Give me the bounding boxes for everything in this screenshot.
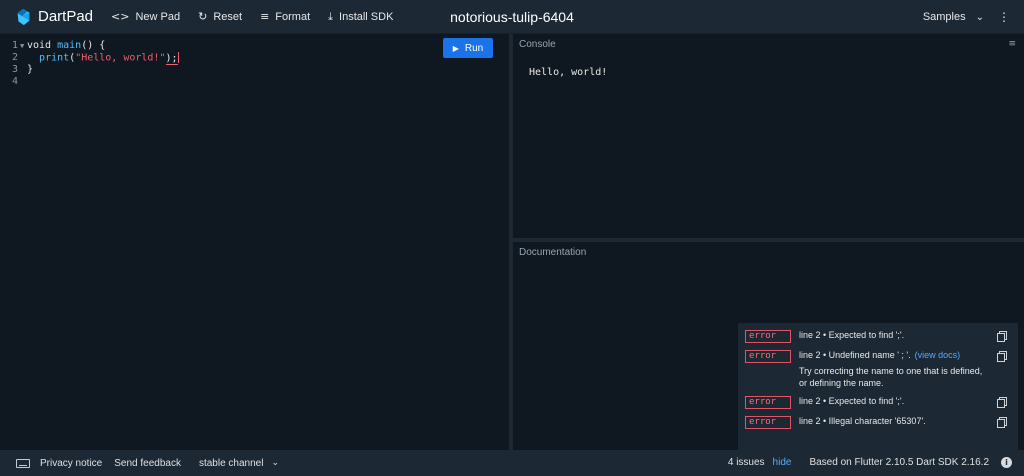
keyword: void	[27, 40, 52, 51]
privacy-notice-link[interactable]: Privacy notice	[40, 458, 102, 469]
console-output: Hello, world!	[529, 67, 608, 78]
new-pad-label: New Pad	[135, 10, 181, 23]
samples-label: Samples	[922, 11, 966, 23]
issue-message: line 2 • Undefined name ' ; '.	[799, 350, 911, 360]
send-feedback-link[interactable]: Send feedback	[114, 458, 181, 469]
line-number: 2	[11, 52, 18, 63]
reset-label: Reset	[213, 10, 243, 23]
code-line-4: 4	[0, 76, 179, 88]
clear-console-icon[interactable]: ≡	[1008, 39, 1016, 49]
issue-item[interactable]: error line 2 • Expected to find ';'.	[738, 329, 1018, 343]
info-icon[interactable]: i	[1001, 457, 1012, 468]
dart-logo-icon	[17, 8, 30, 25]
channel-label: stable channel	[198, 457, 264, 469]
console-panel: Console ≡ Hello, world!	[513, 34, 1024, 238]
play-icon: ▶	[452, 43, 459, 53]
error-badge: error	[745, 416, 791, 429]
copy-icon[interactable]	[997, 331, 1007, 342]
console-label: Console	[519, 39, 556, 50]
error-badge: error	[745, 396, 791, 409]
fold-arrow-icon[interactable]: ▼	[20, 40, 27, 52]
chevron-down-icon: ⌄	[975, 11, 984, 23]
code-editor[interactable]: 1 ▼ void main() { 2 print("Hello, world!…	[0, 34, 509, 450]
issue-item[interactable]: error line 2 • Illegal character '65307'…	[738, 415, 1018, 429]
footer-status: 4 issues hide Based on Flutter 2.10.5 Da…	[728, 457, 1012, 468]
channel-dropdown[interactable]: stable channel ⌄	[199, 458, 279, 469]
format-icon: ≡	[260, 10, 270, 23]
run-label: Run	[464, 42, 484, 54]
text-cursor	[177, 52, 179, 63]
issues-panel: error line 2 • Expected to find ';'. err…	[738, 323, 1018, 450]
keyboard-icon[interactable]	[16, 458, 30, 468]
reset-icon: ↻	[198, 10, 208, 23]
copy-icon[interactable]	[997, 397, 1007, 408]
issue-message: line 2 • Illegal character '65307'.	[799, 416, 926, 426]
issue-fix-text: Try correcting the name to one that is d…	[799, 366, 983, 388]
sdk-info: Based on Flutter 2.10.5 Dart SDK 2.16.2	[809, 457, 989, 468]
error-badge: error	[745, 330, 791, 343]
hide-issues-link[interactable]: hide	[773, 457, 792, 468]
new-pad-button[interactable]: <> New Pad	[111, 10, 180, 23]
issue-count: 4 issues	[727, 457, 765, 468]
documentation-label: Documentation	[519, 247, 587, 258]
chevron-down-icon: ⌄	[271, 458, 280, 468]
issue-message: line 2 • Expected to find ';'.	[799, 396, 905, 406]
issue-item[interactable]: error line 2 • Expected to find ';'.	[738, 395, 1018, 409]
line-number: 3	[11, 64, 18, 75]
copy-icon[interactable]	[997, 351, 1007, 362]
code-text: }	[27, 64, 34, 75]
issue-message: line 2 • Expected to find ';'.	[799, 330, 905, 340]
error-underline: );	[165, 52, 178, 65]
code-icon: <>	[111, 10, 130, 23]
install-sdk-button[interactable]: ⤓ Install SDK	[328, 10, 393, 24]
format-label: Format	[275, 10, 311, 23]
function-name: print	[39, 52, 70, 64]
install-sdk-label: Install SDK	[339, 10, 394, 23]
string-literal: "Hello, world!"	[75, 52, 166, 64]
format-button[interactable]: ≡ Format	[260, 10, 310, 23]
reset-button[interactable]: ↻ Reset	[198, 10, 242, 23]
function-name: main	[57, 40, 82, 51]
view-docs-link[interactable]: (view docs)	[915, 350, 961, 360]
code-line-3: 3 }	[0, 64, 179, 76]
samples-dropdown[interactable]: Samples ⌄ ⋮	[923, 10, 1010, 24]
issue-item[interactable]: error line 2 • Undefined name ' ; '. (vie…	[738, 349, 1018, 389]
code-area[interactable]: 1 ▼ void main() { 2 print("Hello, world!…	[0, 40, 179, 88]
line-number: 1	[11, 40, 18, 51]
copy-icon[interactable]	[997, 417, 1007, 428]
code-line-2: 2 print("Hello, world!");	[0, 52, 179, 65]
pad-name-title[interactable]: notorious-tulip-6404	[450, 9, 574, 25]
download-icon: ⤓	[328, 9, 334, 23]
app-header: DartPad <> New Pad ↻ Reset ≡ Format ⤓ In…	[0, 0, 1024, 34]
code-text: () {	[81, 40, 106, 51]
run-button[interactable]: ▶ Run	[443, 38, 493, 58]
error-badge: error	[745, 350, 791, 363]
app-footer: Privacy notice Send feedback stable chan…	[0, 450, 1024, 476]
code-line-1: 1 ▼ void main() {	[0, 40, 179, 52]
dartpad-logo[interactable]: DartPad	[14, 8, 93, 26]
app-name: DartPad	[38, 8, 94, 25]
line-number: 4	[11, 76, 18, 87]
more-vert-icon[interactable]: ⋮	[998, 10, 1010, 24]
